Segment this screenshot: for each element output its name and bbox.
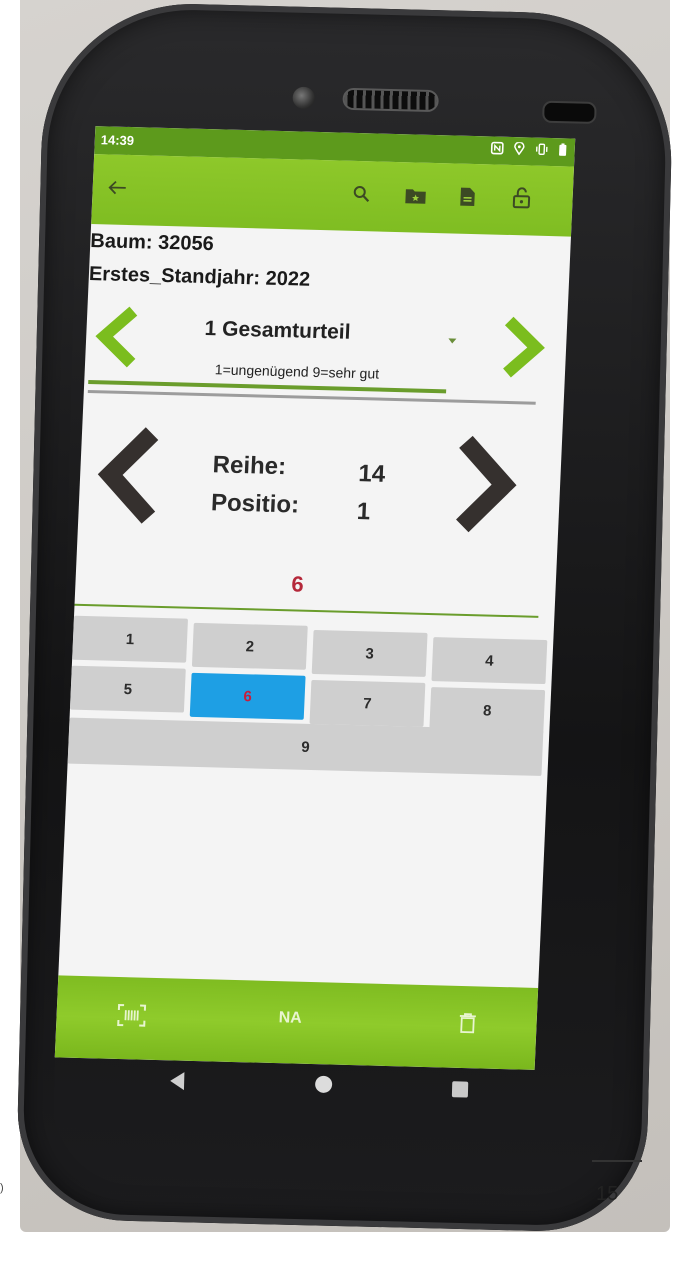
arrow-left-icon[interactable] — [104, 174, 131, 201]
baum-line: Baum: 32056 — [89, 230, 215, 256]
key-1[interactable]: 1 — [72, 615, 188, 663]
system-recents-icon[interactable] — [451, 1081, 469, 1098]
prev-tree-button[interactable] — [92, 424, 166, 526]
next-tree-button[interactable] — [448, 434, 522, 536]
key-6[interactable]: 6 — [189, 672, 306, 720]
section-divider — [87, 389, 536, 405]
score-underline — [74, 603, 539, 618]
battery-icon — [558, 143, 567, 159]
search-icon[interactable] — [348, 181, 375, 208]
nfc-icon — [490, 141, 504, 157]
reihe-label: Reihe: — [212, 451, 287, 481]
front-camera — [292, 86, 315, 110]
na-button[interactable]: NA — [278, 1009, 302, 1028]
key-3[interactable]: 3 — [311, 629, 428, 677]
position-label: Positio: — [210, 489, 300, 519]
system-home-icon[interactable] — [314, 1075, 333, 1094]
status-icons — [490, 141, 567, 159]
proximity-sensor — [542, 100, 597, 124]
position-value: 1 — [356, 498, 371, 526]
next-attribute-button[interactable] — [501, 315, 548, 380]
key-4[interactable]: 4 — [431, 637, 548, 685]
score-keypad: 1 2 3 4 5 6 7 8 9 — [67, 615, 554, 776]
barcode-scan-icon[interactable] — [116, 1003, 147, 1028]
reihe-value: 14 — [357, 460, 386, 488]
system-back-icon[interactable] — [169, 1071, 185, 1091]
chevron-down-icon[interactable] — [448, 338, 457, 344]
bottom-action-bar: NA — [54, 975, 539, 1070]
page: ) 14:39 Baum: 32056 Erstes_Standjahr: 20… — [0, 0, 684, 1263]
folder-star-icon[interactable] — [402, 182, 429, 209]
key-2[interactable]: 2 — [191, 622, 308, 670]
attribute-scale-hint: 1=ungenügend 9=sehr gut — [214, 361, 380, 382]
unlock-icon[interactable] — [508, 185, 535, 212]
selected-score: 6 — [290, 571, 305, 597]
key-7[interactable]: 7 — [309, 679, 426, 727]
phone-screen: 14:39 Baum: 32056 Erstes_Standjahr: 2022… — [54, 126, 576, 1070]
trash-icon[interactable] — [458, 1012, 477, 1034]
location-icon — [513, 141, 525, 158]
app-toolbar — [91, 154, 575, 237]
slide-footer-line — [592, 1160, 642, 1162]
earpiece-speaker — [342, 87, 439, 113]
attribute-selector[interactable]: 1 Gesamturteil — [204, 317, 351, 345]
vibrate-icon — [534, 143, 549, 159]
prev-attribute-button[interactable] — [93, 304, 140, 369]
document-icon[interactable] — [454, 184, 481, 211]
key-5[interactable]: 5 — [69, 665, 186, 713]
standjahr-line: Erstes_Standjahr: 2022 — [88, 262, 311, 291]
slide-page-number: 15 — [596, 1183, 619, 1205]
slide-left-fragment: ) — [0, 1182, 4, 1194]
status-time: 14:39 — [100, 132, 135, 149]
